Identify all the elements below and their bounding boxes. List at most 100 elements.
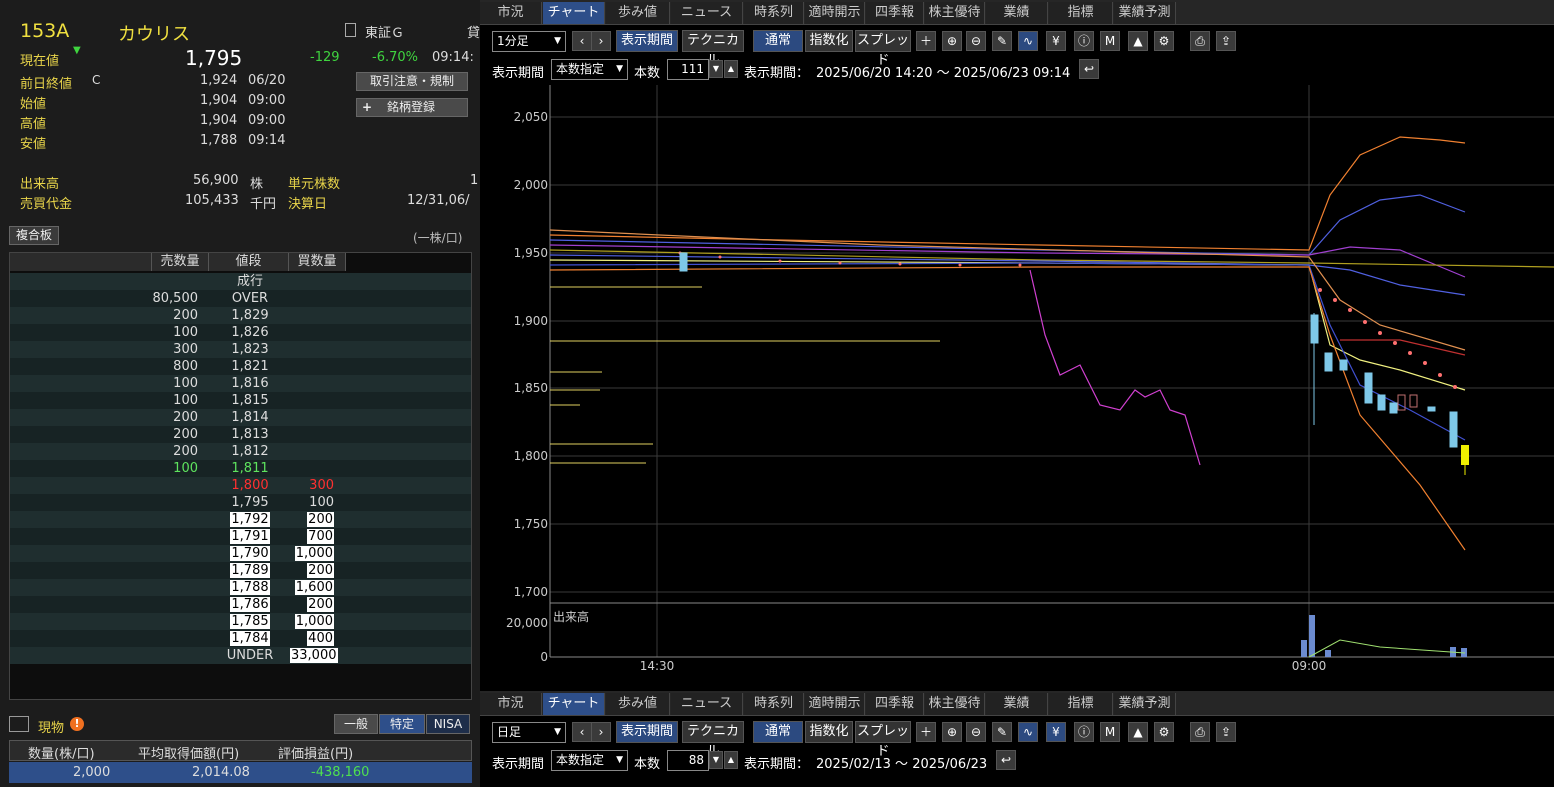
reset-icon[interactable]: ↩ bbox=[996, 750, 1016, 770]
technical-button[interactable]: テクニカル bbox=[682, 30, 744, 68]
tab-3[interactable]: ニュース bbox=[671, 693, 743, 715]
board-row[interactable]: 300 1,823 bbox=[10, 341, 471, 358]
document-icon[interactable] bbox=[345, 23, 356, 37]
board-row[interactable]: 800 1,821 bbox=[10, 358, 471, 375]
plus-icon[interactable]: ＋ bbox=[916, 722, 936, 742]
tab-0[interactable]: 市況 bbox=[480, 2, 542, 24]
board-row[interactable]: 1,791 700 bbox=[10, 528, 471, 545]
board-row[interactable]: 1,789 200 bbox=[10, 562, 471, 579]
tab-7[interactable]: 株主優待 bbox=[925, 693, 985, 715]
next-icon[interactable]: › bbox=[591, 722, 611, 742]
tab-7[interactable]: 株主優待 bbox=[925, 2, 985, 24]
board-row[interactable]: 200 1,829 bbox=[10, 307, 471, 324]
yen-icon[interactable]: ¥ bbox=[1046, 722, 1066, 742]
my-icon[interactable]: M bbox=[1100, 722, 1120, 742]
interval-select-2[interactable]: 日足 ▼ bbox=[492, 722, 566, 743]
period-mode-select-2[interactable]: 本数指定 ▼ bbox=[551, 750, 628, 771]
reset-icon[interactable]: ↩ bbox=[1079, 59, 1099, 79]
normal-button-2[interactable]: 通常 bbox=[753, 721, 803, 743]
count-down-icon[interactable]: ▼ bbox=[709, 60, 723, 78]
tab-1[interactable]: チャート bbox=[543, 2, 605, 24]
tab-3[interactable]: ニュース bbox=[671, 2, 743, 24]
pen-icon[interactable]: ✎ bbox=[992, 31, 1012, 51]
tab-general[interactable]: 一般 bbox=[334, 714, 378, 734]
tab-6[interactable]: 四季報 bbox=[866, 2, 924, 24]
board-row[interactable]: 1,785 1,000 bbox=[10, 613, 471, 630]
spread-button-2[interactable]: スプレッド bbox=[855, 721, 911, 759]
count-up-icon[interactable]: ▲ bbox=[724, 60, 738, 78]
my-icon[interactable]: M bbox=[1100, 31, 1120, 51]
yen-icon[interactable]: ¥ bbox=[1046, 31, 1066, 51]
mountain-icon[interactable]: ▲ bbox=[1128, 722, 1148, 742]
index-button[interactable]: 指数化 bbox=[805, 30, 853, 52]
wrench-icon[interactable]: ⚙ bbox=[1154, 31, 1174, 51]
tab-2[interactable]: 歩み値 bbox=[606, 2, 670, 24]
info-icon[interactable]: ⓘ bbox=[1074, 31, 1094, 51]
tab-5[interactable]: 適時開示 bbox=[805, 693, 865, 715]
board-row[interactable]: 1,795 100 bbox=[10, 494, 471, 511]
position-row[interactable]: 2,000 2,014.08 -438,160 bbox=[9, 762, 472, 783]
interval-select[interactable]: 1分足 ▼ bbox=[492, 31, 566, 52]
tab-8[interactable]: 業績 bbox=[986, 693, 1048, 715]
count-up-icon[interactable]: ▲ bbox=[724, 751, 738, 769]
board-row[interactable]: 1,790 1,000 bbox=[10, 545, 471, 562]
next-icon[interactable]: › bbox=[591, 31, 611, 51]
window-icon[interactable] bbox=[9, 716, 29, 732]
board-row[interactable]: UNDER 33,000 bbox=[10, 647, 471, 664]
price-chart[interactable]: 2,050 2,000 1,950 1,900 1,850 1,800 1,75… bbox=[480, 85, 1554, 690]
tab-6[interactable]: 四季報 bbox=[866, 693, 924, 715]
register-stock-button[interactable]: + 銘柄登録 bbox=[356, 98, 468, 117]
zoom-in-icon[interactable]: ⊕ bbox=[942, 31, 962, 51]
board-row[interactable]: 80,500 OVER bbox=[10, 290, 471, 307]
pen-icon[interactable]: ✎ bbox=[992, 722, 1012, 742]
board-row[interactable]: 1,788 1,600 bbox=[10, 579, 471, 596]
tab-4[interactable]: 時系列 bbox=[744, 693, 804, 715]
tab-2[interactable]: 歩み値 bbox=[606, 693, 670, 715]
period-button[interactable]: 表示期間 bbox=[616, 30, 678, 52]
board-row[interactable]: 100 1,816 bbox=[10, 375, 471, 392]
board-row[interactable]: 200 1,812 bbox=[10, 443, 471, 460]
spread-button[interactable]: スプレッド bbox=[855, 30, 911, 68]
normal-button[interactable]: 通常 bbox=[753, 30, 803, 52]
plus-icon[interactable]: ＋ bbox=[916, 31, 936, 51]
tab-10[interactable]: 業績予測 bbox=[1114, 2, 1176, 24]
board-row[interactable]: 1,800 300 bbox=[10, 477, 471, 494]
period-button-2[interactable]: 表示期間 bbox=[616, 721, 678, 743]
index-button-2[interactable]: 指数化 bbox=[805, 721, 853, 743]
tab-5[interactable]: 適時開示 bbox=[805, 2, 865, 24]
technical-button-2[interactable]: テクニカル bbox=[682, 721, 744, 759]
print-icon[interactable]: ⎙ bbox=[1190, 31, 1210, 51]
board-row[interactable]: 1,784 400 bbox=[10, 630, 471, 647]
print-icon[interactable]: ⎙ bbox=[1190, 722, 1210, 742]
export-icon[interactable]: ⇪ bbox=[1216, 31, 1236, 51]
zoom-out-icon[interactable]: ⊖ bbox=[966, 722, 986, 742]
zoom-in-icon[interactable]: ⊕ bbox=[942, 722, 962, 742]
prev-icon[interactable]: ‹ bbox=[572, 31, 592, 51]
trade-caution-button[interactable]: 取引注意・規制 bbox=[356, 72, 468, 91]
tab-1[interactable]: チャート bbox=[543, 693, 605, 715]
warning-icon[interactable]: ! bbox=[70, 717, 84, 731]
zoom-out-icon[interactable]: ⊖ bbox=[966, 31, 986, 51]
board-title-button[interactable]: 複合板 bbox=[9, 226, 59, 245]
line-icon[interactable]: ∿ bbox=[1018, 722, 1038, 742]
tab-8[interactable]: 業績 bbox=[986, 2, 1048, 24]
mountain-icon[interactable]: ▲ bbox=[1128, 31, 1148, 51]
board-row[interactable]: 100 1,815 bbox=[10, 392, 471, 409]
board-row[interactable]: 成行 bbox=[10, 273, 471, 290]
tab-nisa[interactable]: NISA bbox=[426, 714, 470, 734]
board-row[interactable]: 200 1,813 bbox=[10, 426, 471, 443]
count-input[interactable]: 111 bbox=[667, 59, 709, 80]
board-row[interactable]: 200 1,814 bbox=[10, 409, 471, 426]
board-row[interactable]: 1,792 200 bbox=[10, 511, 471, 528]
line-icon[interactable]: ∿ bbox=[1018, 31, 1038, 51]
tab-9[interactable]: 指標 bbox=[1049, 2, 1113, 24]
tab-9[interactable]: 指標 bbox=[1049, 693, 1113, 715]
board-row[interactable]: 100 1,811 bbox=[10, 460, 471, 477]
tab-specific[interactable]: 特定 bbox=[379, 714, 425, 734]
count-down-icon[interactable]: ▼ bbox=[709, 751, 723, 769]
wrench-icon[interactable]: ⚙ bbox=[1154, 722, 1174, 742]
period-mode-select[interactable]: 本数指定 ▼ bbox=[551, 59, 628, 80]
count-input-2[interactable]: 88 bbox=[667, 750, 709, 771]
prev-icon[interactable]: ‹ bbox=[572, 722, 592, 742]
tab-0[interactable]: 市況 bbox=[480, 693, 542, 715]
